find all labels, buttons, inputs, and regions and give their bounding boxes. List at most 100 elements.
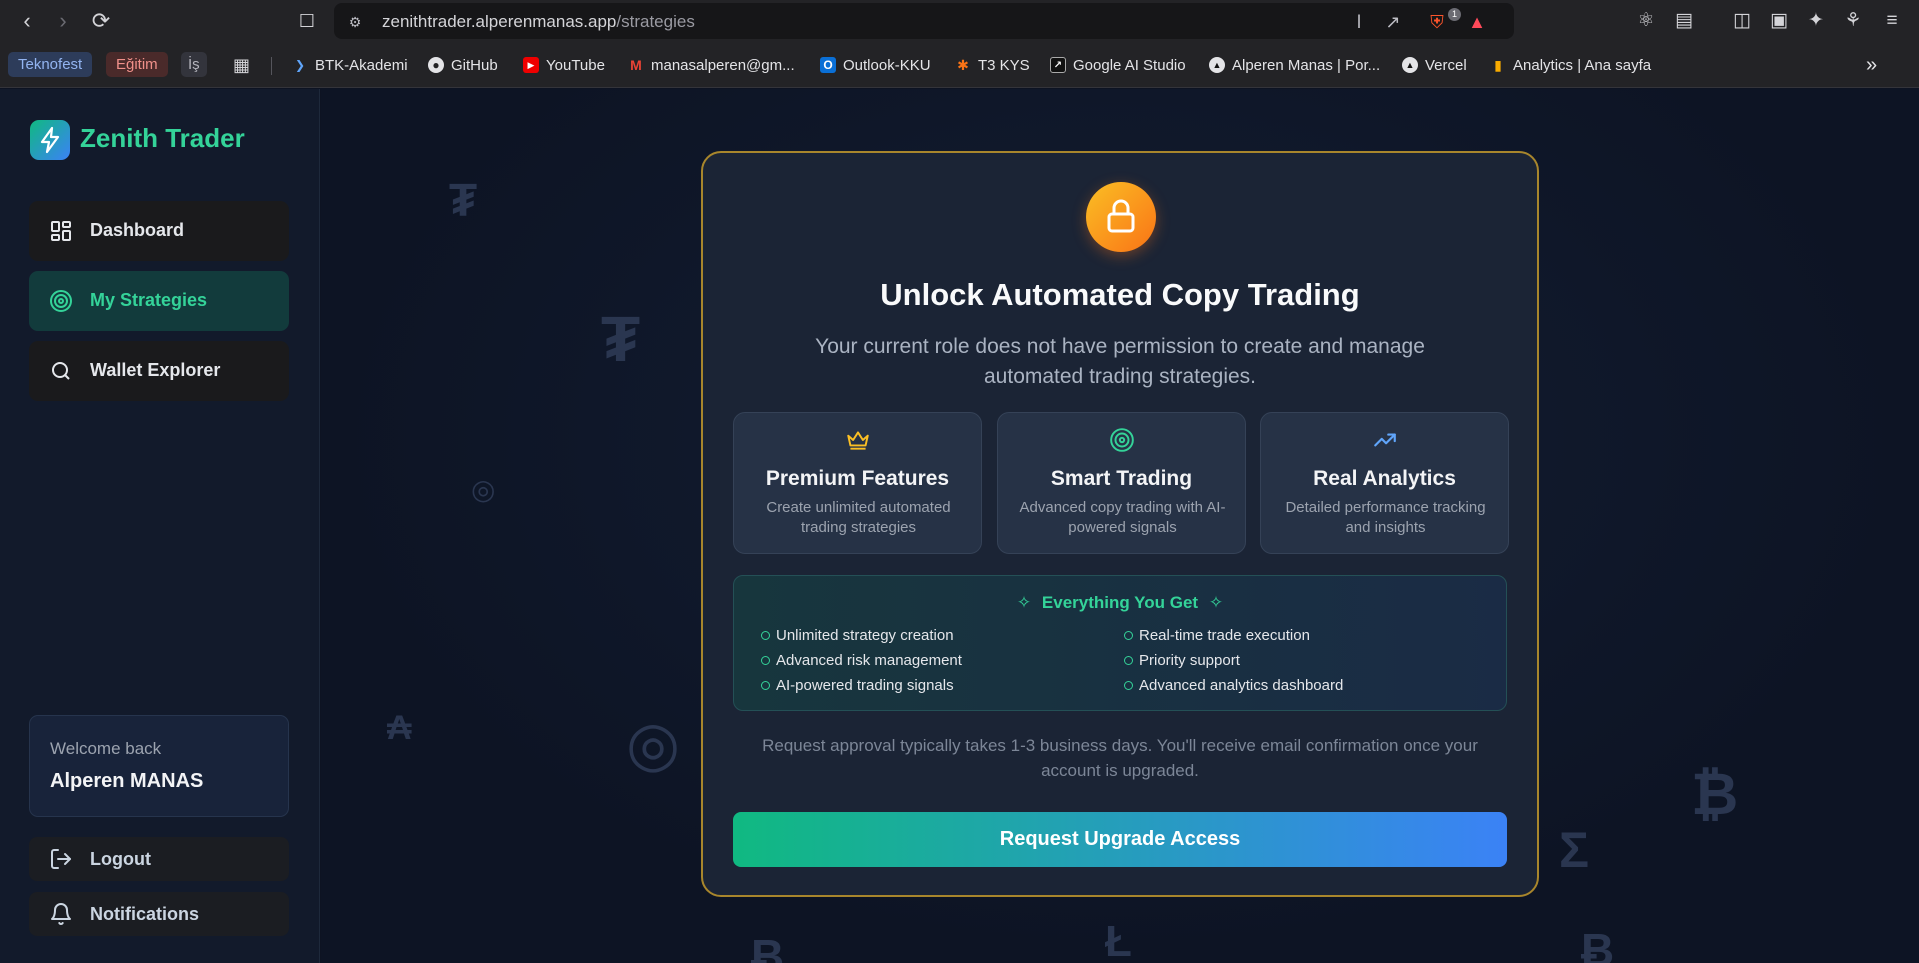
nav-dashboard[interactable]: Dashboard bbox=[29, 201, 289, 261]
bookmark-analytics[interactable]: ▮ Analytics | Ana sayfa bbox=[1490, 53, 1651, 77]
dashboard-icon bbox=[51, 221, 71, 241]
target-icon bbox=[50, 290, 72, 312]
forward-icon[interactable]: › bbox=[50, 8, 76, 34]
user-card: Welcome back Alperen MANAS bbox=[29, 715, 289, 817]
menu-icon[interactable]: ≡ bbox=[1880, 9, 1904, 33]
check-circle-icon bbox=[1124, 656, 1133, 665]
nav-wallet-explorer[interactable]: Wallet Explorer bbox=[29, 341, 289, 401]
approval-note: Request approval typically takes 1-3 bus… bbox=[762, 736, 1478, 780]
benefit-item: Advanced risk management bbox=[761, 652, 962, 669]
bg-symbol: ◎ bbox=[626, 710, 681, 779]
browser-toolbar: ‹ › ⟳ ☐ ⚙ zenithtrader.alperenmanas.app/… bbox=[0, 0, 1919, 42]
bg-symbol: ₿ bbox=[1691, 762, 1739, 827]
more-bookmarks-icon[interactable]: » bbox=[1866, 53, 1877, 77]
bookmark-t3-kys[interactable]: ✱ T3 KYS bbox=[955, 53, 1030, 77]
analytics-icon: ▮ bbox=[1494, 57, 1502, 73]
vpn-icon[interactable]: ⚘ bbox=[1841, 9, 1865, 33]
bookmark-gmail[interactable]: Mmanasalperen@gm... bbox=[628, 53, 794, 77]
bookmark-google-ai-studio[interactable]: ↗ Google AI Studio bbox=[1050, 53, 1186, 77]
request-upgrade-button[interactable]: Request Upgrade Access bbox=[733, 812, 1507, 867]
back-icon[interactable]: ‹ bbox=[14, 8, 40, 34]
bookmark-folder-is[interactable]: İş bbox=[181, 52, 207, 77]
bookmark-folder-egitim[interactable]: Eğitim bbox=[106, 52, 168, 77]
feature-card-smart-trading: Smart Trading Advanced copy trading with… bbox=[997, 412, 1246, 554]
nav-wallet-explorer-label: Wallet Explorer bbox=[90, 360, 221, 380]
bookmark-outlook[interactable]: O Outlook-KKU bbox=[820, 53, 931, 77]
brave-shield-icon[interactable]: ⛨ bbox=[1426, 11, 1448, 33]
extensions-icon[interactable]: ⚛ bbox=[1634, 9, 1658, 33]
bookmark-youtube[interactable]: ▶ YouTube bbox=[523, 53, 605, 77]
gmail-icon: M bbox=[630, 57, 642, 73]
nav-my-strategies[interactable]: My Strategies bbox=[29, 271, 289, 331]
shield-badge: 1 bbox=[1448, 8, 1461, 21]
app-name: Zenith Trader bbox=[80, 123, 245, 153]
feature-card-analytics: Real Analytics Detailed performance trac… bbox=[1260, 412, 1509, 554]
target-icon bbox=[1110, 428, 1134, 452]
feature-title: Real Analytics bbox=[1313, 467, 1456, 490]
bg-symbol: ₮ bbox=[449, 174, 478, 226]
user-name: Alperen MANAS bbox=[50, 770, 204, 792]
welcome-label: Welcome back bbox=[50, 739, 162, 758]
rewards-icon[interactable]: ▲ bbox=[1466, 11, 1488, 33]
benefit-item: AI-powered trading signals bbox=[761, 677, 954, 694]
address-url[interactable]: zenithtrader.alperenmanas.app/strategies bbox=[382, 12, 695, 32]
check-circle-icon bbox=[761, 681, 770, 690]
benefit-item: Real-time trade execution bbox=[1124, 627, 1310, 644]
bookmark-btk-akademi[interactable]: ❯ BTK-Akademi bbox=[292, 53, 408, 77]
benefits-panel: ✧ Everything You Get ✧ Unlimited strateg… bbox=[733, 575, 1507, 711]
benefits-title: ✧ Everything You Get ✧ bbox=[1016, 593, 1224, 612]
crown-icon bbox=[847, 431, 869, 450]
upgrade-card: Unlock Automated Copy Trading Your curre… bbox=[701, 151, 1539, 897]
bookmark-vercel[interactable]: ▲ Vercel bbox=[1402, 53, 1467, 77]
notifications-button[interactable]: Notifications bbox=[29, 892, 289, 936]
btk-icon: ❯ bbox=[294, 58, 306, 72]
logout-label: Logout bbox=[90, 849, 151, 869]
wallet-icon[interactable]: ▣ bbox=[1767, 9, 1791, 33]
benefit-item: Advanced analytics dashboard bbox=[1124, 677, 1343, 694]
bg-symbol: Ƀ bbox=[1581, 924, 1615, 963]
check-circle-icon bbox=[761, 631, 770, 640]
feature-desc: Create unlimited automated trading strat… bbox=[766, 499, 951, 536]
site-info-icon[interactable]: ⚙ bbox=[344, 11, 366, 33]
logout-button[interactable]: Logout bbox=[29, 837, 289, 881]
search-icon bbox=[52, 362, 70, 380]
bg-symbol: ₮ bbox=[601, 303, 641, 375]
bg-symbol: Ƀ bbox=[751, 930, 785, 963]
bookmark-alperen-manas[interactable]: ▲ Alperen Manas | Por... bbox=[1209, 53, 1380, 77]
bookmark-folder-teknofest[interactable]: Teknofest bbox=[8, 52, 93, 77]
logout-icon bbox=[51, 849, 71, 869]
sparkles-icon: ✧ bbox=[1208, 593, 1224, 612]
bookmark-github[interactable]: ● GitHub bbox=[428, 53, 498, 77]
translate-icon[interactable]: ا bbox=[1348, 11, 1370, 33]
share-icon[interactable]: ↗ bbox=[1382, 11, 1404, 33]
reader-icon[interactable]: ▤ bbox=[1672, 9, 1696, 33]
lock-icon bbox=[1086, 182, 1156, 252]
address-bar[interactable]: ⚙ zenithtrader.alperenmanas.app/strategi… bbox=[334, 3, 1514, 39]
sidebar-toggle-icon[interactable]: ◫ bbox=[1730, 9, 1754, 33]
t3-icon: ✱ bbox=[957, 57, 969, 73]
feature-title: Premium Features bbox=[765, 467, 950, 490]
nav-dashboard-label: Dashboard bbox=[90, 220, 185, 240]
sparkles-icon: ✧ bbox=[1016, 593, 1032, 612]
lightning-logo-icon bbox=[30, 120, 70, 160]
ai-studio-icon: ↗ bbox=[1050, 57, 1066, 73]
youtube-icon: ▶ bbox=[523, 57, 539, 73]
bg-symbol: Σ bbox=[1559, 822, 1590, 878]
vercel-triangle-icon: ▲ bbox=[1209, 57, 1225, 73]
feature-card-premium: Premium Features Create unlimited automa… bbox=[733, 412, 982, 554]
request-upgrade-label: Request Upgrade Access bbox=[999, 828, 1241, 850]
apps-grid-icon[interactable]: ▦ bbox=[233, 53, 250, 77]
check-circle-icon bbox=[1124, 631, 1133, 640]
benefit-item: Unlimited strategy creation bbox=[761, 627, 954, 644]
bookmark-icon[interactable]: ☐ bbox=[294, 8, 320, 34]
feature-title: Smart Trading bbox=[1050, 467, 1193, 490]
reload-icon[interactable]: ⟳ bbox=[88, 8, 114, 34]
notifications-label: Notifications bbox=[90, 904, 200, 924]
bg-symbol: Ł bbox=[1105, 917, 1132, 963]
leo-ai-icon[interactable]: ✦ bbox=[1804, 9, 1828, 33]
sidebar: Zenith Trader Dashboard My Strategies Wa… bbox=[0, 89, 320, 963]
vercel-icon: ▲ bbox=[1402, 57, 1418, 73]
benefit-item: Priority support bbox=[1124, 652, 1240, 669]
feature-desc: Detailed performance tracking and insigh… bbox=[1285, 499, 1486, 536]
card-subtitle: Your current role does not have permissi… bbox=[815, 335, 1425, 388]
